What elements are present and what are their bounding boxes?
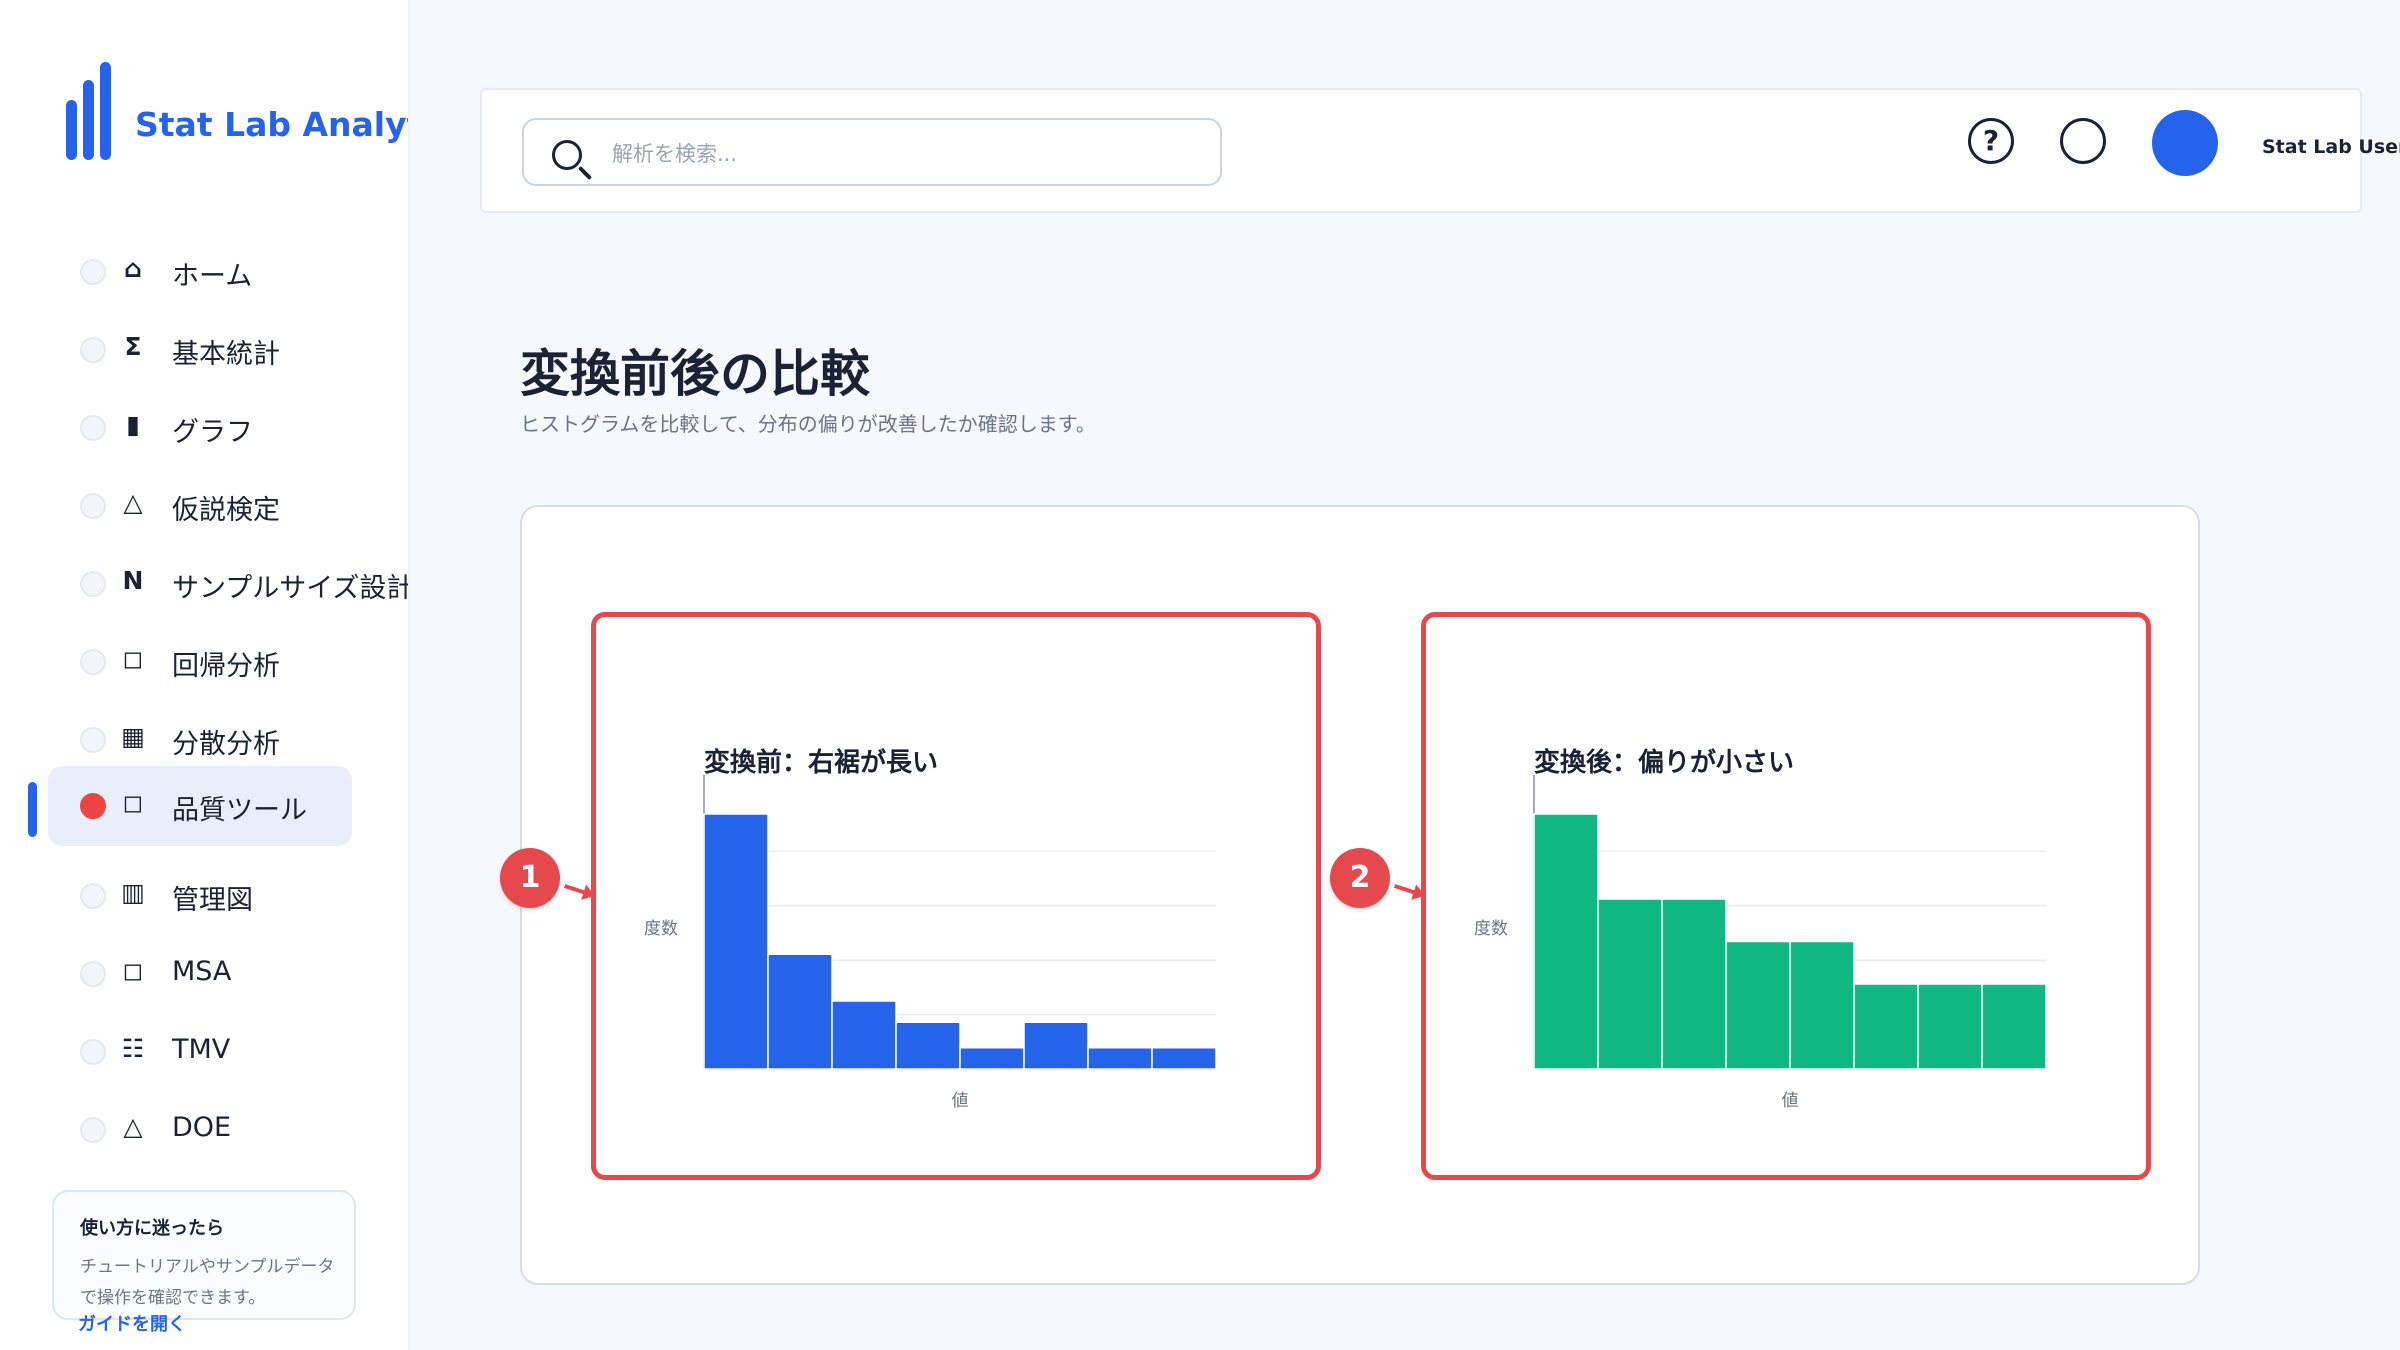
y-axis-label: 度数 [1474,919,1508,939]
top-header: ? Stat Lab User [480,88,2400,213]
sidebar-item-9[interactable]: ◻ MSA [48,934,352,1014]
sidebar-item-label: サンプルサイズ設計 [172,573,410,604]
sidebar-item-10[interactable]: ☷ TMV [48,1012,352,1092]
user-name[interactable]: Stat Lab User [2262,136,2400,158]
sidebar-item-status-dot [80,727,106,753]
after-chart-card: 変換後：偏りが小さい度数値 [1421,612,2151,1180]
page-subtitle: ヒストグラムを比較して、分布の偏りが改善したか確認します。 [520,412,1096,436]
sidebar-item-status-dot [80,259,106,285]
bar-chart-icon: ▮ [126,410,140,439]
histogram-bar-1 [767,953,833,1070]
sidebar-item-7[interactable]: ◻ 品質ツール [48,766,352,846]
histogram-bar-2 [831,1000,897,1070]
notification-icon[interactable] [2060,118,2106,164]
sidebar-item-1[interactable]: Σ 基本統計 [48,310,352,390]
sidebar-item-status-dot [80,1117,106,1143]
histogram-bar-7 [1981,983,2047,1070]
sigma-icon: Σ [124,332,142,361]
triangle-icon: △ [123,1112,143,1141]
sidebar-item-status-dot [80,415,106,441]
sidebar-item-status-dot [80,337,106,363]
sidebar-item-status-dot [80,961,106,987]
control-chart-icon: ▥ [121,878,145,907]
sidebar-item-0[interactable]: ⌂ ホーム [48,232,352,312]
sidebar-item-label: 回帰分析 [172,651,280,682]
sidebar-item-4[interactable]: N サンプルサイズ設計 [48,544,408,624]
chart-title: 変換後：偏りが小さい [1534,747,1794,778]
triangle-icon: △ [123,488,143,517]
search-input[interactable] [612,134,1192,174]
histogram-bar-3 [1725,940,1791,1070]
sidebar-item-11[interactable]: △ DOE [48,1090,352,1170]
sidebar-item-status-dot [80,493,106,519]
sidebar-item-status-dot [80,649,106,675]
active-indicator [28,782,37,837]
sidebar-item-3[interactable]: △ 仮説検定 [48,466,352,546]
sidebar-item-label: ホーム [172,261,253,292]
brand-logo-icon [66,62,112,160]
list-icon: ☷ [121,1034,145,1063]
histogram-chart: 変換後：偏りが小さい度数値 [1474,747,2047,1111]
sidebar: Stat Lab Analytics ⌂ ホーム Σ 基本統計 ▮ グラフ △ 仮説検定 N サン… [0,0,410,1350]
histogram-bar-0 [703,813,769,1070]
sidebar-item-label: TMV [172,1034,231,1065]
help-card-text: チュートリアルやサンプルデータで操作を確認できます。 [80,1257,335,1308]
sidebar-item-8[interactable]: ▥ 管理図 [48,856,352,936]
sidebar-item-status-dot [80,793,106,819]
sidebar-item-label: DOE [172,1112,232,1143]
sidebar-item-status-dot [80,1039,106,1065]
histogram-bar-4 [959,1047,1025,1070]
sidebar-item-label: 品質ツール [172,795,307,826]
sidebar-item-label: 管理図 [172,885,253,916]
histogram-bar-5 [1023,1021,1089,1070]
histogram-bar-7 [1151,1047,1217,1070]
chart-title: 変換前：右裾が長い [704,747,938,778]
marker-1: 1 [500,848,560,908]
marker-2: 2 [1330,848,1390,908]
sidebar-item-label: グラフ [172,417,253,448]
histogram-bar-3 [895,1021,961,1070]
brand-name[interactable]: Stat Lab Analytics [135,105,408,144]
square-icon: ◻ [122,956,144,985]
n-letter-icon: N [122,566,144,595]
sidebar-item-label: 基本統計 [172,339,280,370]
help-icon[interactable]: ? [1968,118,2014,164]
help-card-title: 使い方に迷ったら [80,1218,224,1239]
sidebar-item-label: MSA [172,956,232,987]
x-axis-label: 値 [952,1091,969,1111]
x-axis-label: 値 [1782,1091,1799,1111]
sidebar-item-label: 分散分析 [172,729,280,760]
before-chart-card: 変換前：右裾が長い度数値 [591,612,1321,1180]
page-title: 変換前後の比較 [520,345,870,403]
search-icon [552,140,582,170]
histogram-bar-6 [1087,1047,1153,1070]
home-icon: ⌂ [124,254,142,283]
histogram-bar-1 [1597,898,1663,1070]
sidebar-item-status-dot [80,883,106,909]
sidebar-item-2[interactable]: ▮ グラフ [48,388,352,468]
histogram-bar-6 [1917,983,1983,1070]
open-guide-link[interactable]: ガイドを開く [78,1310,186,1336]
histogram-bar-4 [1789,940,1855,1070]
histogram-bar-2 [1661,898,1727,1070]
grid-icon: ▦ [121,722,145,751]
histogram-bar-5 [1853,983,1919,1070]
search-box[interactable] [522,118,1222,186]
sidebar-item-label: 仮説検定 [172,495,280,526]
square-icon: ◻ [122,788,144,817]
histogram-chart: 変換前：右裾が長い度数値 [644,747,1217,1111]
sidebar-item-status-dot [80,571,106,597]
avatar[interactable] [2152,110,2218,176]
histogram-bar-0 [1533,813,1599,1070]
help-card: 使い方に迷ったら チュートリアルやサンプルデータで操作を確認できます。 [52,1190,356,1320]
y-axis-label: 度数 [644,919,678,939]
square-icon: ◻ [122,644,144,673]
sidebar-item-5[interactable]: ◻ 回帰分析 [48,622,352,702]
